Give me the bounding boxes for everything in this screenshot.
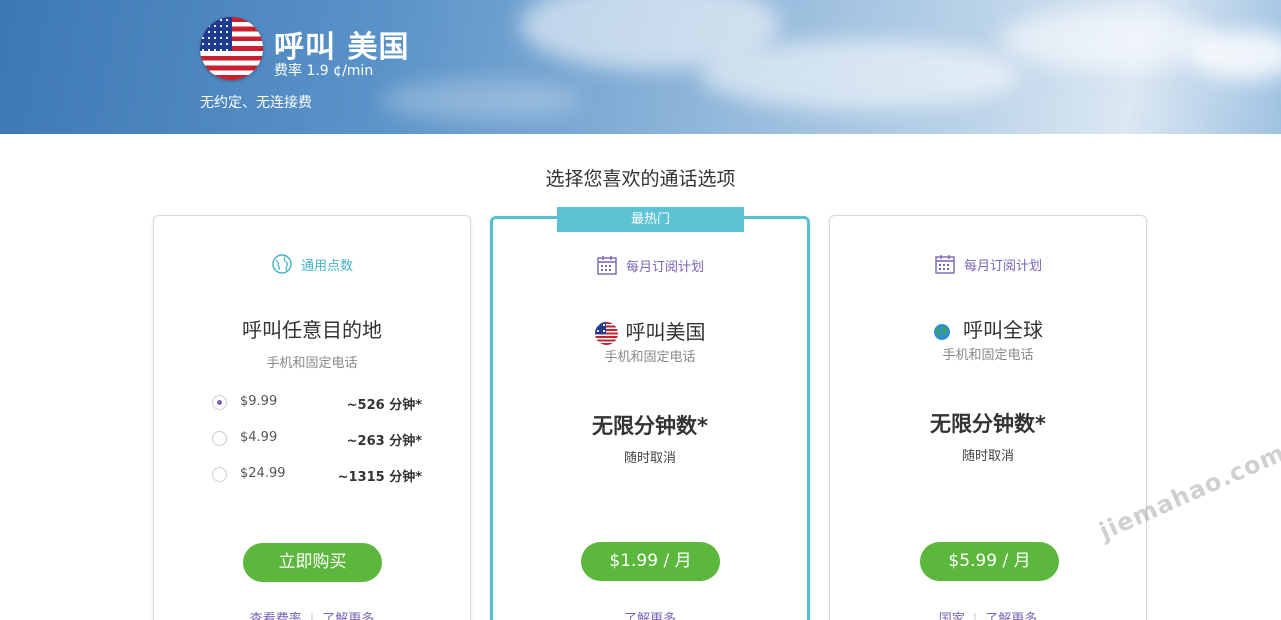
hero-banner: 呼叫 美国 费率 1.9 ¢/min 无约定、无连接费 [0,0,1281,134]
plan-kind: 每月订阅计划 [830,253,1146,275]
credit-option[interactable]: $24.99 ~1315 分钟* [212,464,422,486]
us-flag-icon [200,17,263,80]
unlimited-minutes: 无限分钟数* [592,414,708,438]
rate-text: 费率 1.9 ¢/min [274,63,374,79]
card-links: 国家 | 了解更多 [830,608,1146,620]
plan-subtitle: 手机和固定电话 [266,356,358,371]
card-links: 了解更多 [493,608,807,620]
plan-kind-label: 通用点数 [300,258,353,274]
cloud-decoration [1000,10,1220,70]
learn-more-link[interactable]: 了解更多 [624,612,676,620]
section-title: 选择您喜欢的通话选项 [545,168,736,190]
most-popular-badge: 最热门 [557,207,744,232]
plan-title: 呼叫美国 [493,316,807,345]
us-flag-icon [594,322,618,345]
plan-kind-label: 每月订阅计划 [963,258,1042,274]
plan-kind-label: 每月订阅计划 [625,259,704,275]
option-minutes: ~263 分钟* [346,434,422,449]
learn-more-link[interactable]: 了解更多 [322,612,374,620]
plan-card-usa: 每月订阅计划 呼叫美国 手机和固定电话 无限分钟数* 随时取消 $1.99 / … [490,216,810,620]
credit-option[interactable]: $4.99 ~263 分钟* [212,428,422,450]
view-rates-link[interactable]: 查看费率 [250,612,302,620]
countries-link[interactable]: 国家 [939,612,965,620]
radio-unselected[interactable] [212,431,227,446]
unlimited-minutes: 无限分钟数* [930,412,1046,436]
plan-title: 呼叫全球 [830,314,1146,343]
plan-card-world: 每月订阅计划 呼叫全球 手机和固定电话 无限分钟数* 随时取消 $5.99 / … [829,215,1147,620]
plan-subtitle: 手机和固定电话 [942,348,1034,363]
radio-selected[interactable] [212,395,227,410]
plan-card-credits: 通用点数 呼叫任意目的地 手机和固定电话 $9.99 ~526 分钟* $4.9… [153,215,471,620]
subscribe-world-button[interactable]: $5.99 / 月 [920,542,1059,581]
cloud-decoration [700,40,1020,110]
option-price: $4.99 [240,430,278,445]
learn-more-link[interactable]: 了解更多 [985,612,1037,620]
plan-kind: 每月订阅计划 [493,254,807,276]
buy-now-button[interactable]: 立即购买 [243,543,382,582]
plan-title: 呼叫任意目的地 [242,318,382,342]
option-price: $24.99 [240,466,286,481]
option-price: $9.99 [240,394,278,409]
earth-icon [934,323,950,340]
subscribe-usa-button[interactable]: $1.99 / 月 [581,542,720,581]
option-minutes: ~526 分钟* [346,398,422,413]
plan-kind: 通用点数 [154,253,470,275]
plan-subtitle: 手机和固定电话 [604,350,696,365]
globe-icon [272,254,292,274]
calendar-icon [935,255,955,274]
option-minutes: ~1315 分钟* [337,470,422,485]
cancel-anytime: 随时取消 [961,449,1014,464]
card-links: 查看费率 | 了解更多 [154,608,470,620]
credit-option[interactable]: $9.99 ~526 分钟* [212,392,422,414]
plan-title-text: 呼叫美国 [625,320,706,344]
calendar-icon [597,256,617,275]
plan-title-text: 呼叫全球 [963,318,1043,342]
radio-unselected[interactable] [212,467,227,482]
cloud-decoration [1190,30,1281,80]
cloud-decoration [380,80,580,120]
hero-subtitle: 无约定、无连接费 [200,95,312,111]
cancel-anytime: 随时取消 [623,451,676,466]
